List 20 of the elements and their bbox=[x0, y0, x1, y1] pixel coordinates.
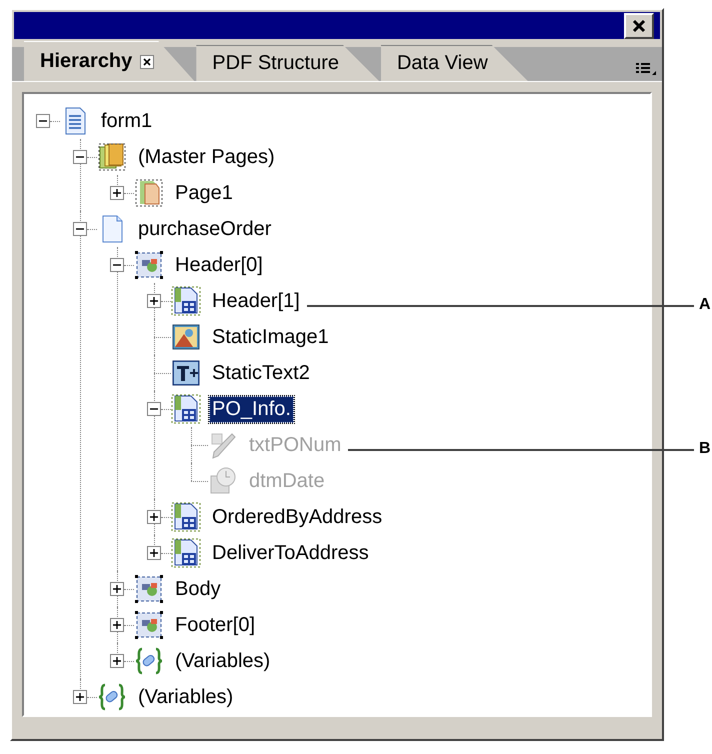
tab[interactable]: PDF Structure bbox=[196, 45, 379, 81]
tree-item[interactable]: StaticText2 bbox=[209, 360, 313, 386]
tab[interactable]: Hierarchy bbox=[24, 41, 194, 81]
tree-item[interactable]: purchaseOrder bbox=[135, 216, 274, 242]
tree-item[interactable]: Footer[0] bbox=[172, 612, 258, 638]
tree-item[interactable]: Page1 bbox=[172, 180, 236, 206]
tree-item[interactable]: Header[1] bbox=[209, 288, 303, 314]
tree-item[interactable]: OrderedByAddress bbox=[209, 504, 386, 530]
tree-item[interactable]: (Variables) bbox=[135, 684, 236, 710]
tree-item[interactable]: Header[0] bbox=[172, 252, 266, 278]
callout-label: B bbox=[699, 440, 711, 458]
tree-item[interactable]: Body bbox=[172, 576, 224, 602]
tree-item[interactable]: (Variables) bbox=[172, 648, 274, 674]
callout-label: A bbox=[699, 296, 711, 314]
tree-item[interactable]: StaticImage1 bbox=[209, 324, 332, 350]
tree-item[interactable]: PO_Info. bbox=[209, 396, 294, 422]
tree-item[interactable]: form1 bbox=[98, 108, 156, 134]
tree-item[interactable]: DeliverToAddress bbox=[209, 540, 372, 566]
tree-item[interactable]: (Master Pages) bbox=[135, 144, 278, 170]
tab[interactable]: Data View bbox=[380, 45, 528, 81]
